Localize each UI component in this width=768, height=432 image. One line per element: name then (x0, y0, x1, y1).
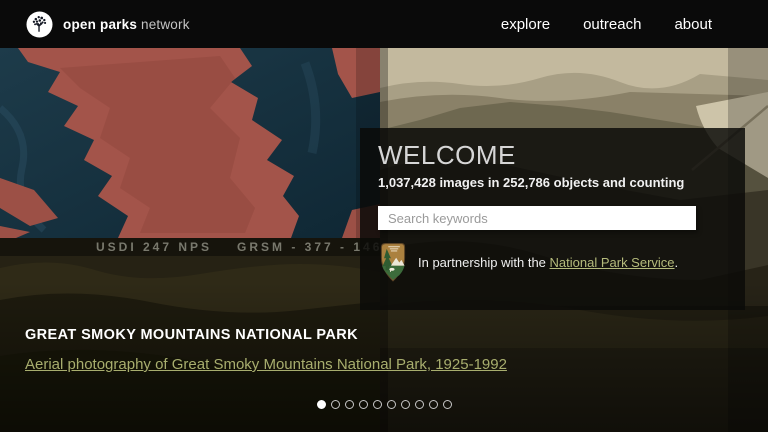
carousel-dot-4[interactable] (359, 400, 368, 409)
featured-collection: GREAT SMOKY MOUNTAINS NATIONAL PARK Aeri… (25, 327, 507, 374)
brand-wordmark: open parks network (63, 17, 190, 32)
carousel-dot-8[interactable] (415, 400, 424, 409)
welcome-title: WELCOME (378, 140, 725, 170)
nps-link[interactable]: National Park Service (550, 255, 675, 270)
top-nav: open parks network explore outreach abou… (0, 0, 768, 48)
nps-arrowhead-logo-icon (378, 242, 408, 283)
partnership-text: In partnership with the National Park Se… (418, 255, 678, 270)
search-input[interactable] (378, 206, 696, 230)
partnership-row: In partnership with the National Park Se… (378, 242, 725, 283)
nav-link-outreach[interactable]: outreach (583, 16, 641, 33)
open-parks-tree-logo-icon (26, 11, 53, 38)
park-title: GREAT SMOKY MOUNTAINS NATIONAL PARK (25, 327, 507, 343)
primary-nav-links: explore outreach about (501, 16, 712, 33)
brand-name-light: network (141, 17, 190, 32)
collection-link[interactable]: Aerial photography of Great Smoky Mounta… (25, 356, 507, 373)
brand-name-bold: open parks (63, 17, 137, 32)
partnership-suffix: . (675, 255, 679, 270)
carousel-dot-6[interactable] (387, 400, 396, 409)
carousel-dot-2[interactable] (331, 400, 340, 409)
carousel-dot-7[interactable] (401, 400, 410, 409)
aerial-photo-illustration (0, 48, 380, 238)
carousel-dot-1[interactable] (317, 400, 326, 409)
partnership-prefix: In partnership with the (418, 255, 550, 270)
carousel-dot-10[interactable] (443, 400, 452, 409)
collection-stats: 1,037,428 images in 252,786 objects and … (378, 175, 725, 190)
aerial-photo-grsm (0, 48, 380, 238)
carousel-dot-9[interactable] (429, 400, 438, 409)
open-parks-homepage: USDI 247 NPS GRSM - 377 - 146 (0, 0, 768, 432)
photo-annotation-strip: USDI 247 NPS GRSM - 377 - 146 (0, 238, 380, 256)
photo-code-usdi: USDI 247 NPS (96, 240, 212, 254)
carousel-dots (0, 400, 768, 409)
brand-home-link[interactable]: open parks network (26, 11, 190, 38)
carousel-dot-3[interactable] (345, 400, 354, 409)
nav-link-explore[interactable]: explore (501, 16, 550, 33)
welcome-panel: WELCOME 1,037,428 images in 252,786 obje… (360, 128, 745, 310)
carousel-dot-5[interactable] (373, 400, 382, 409)
nav-link-about[interactable]: about (674, 16, 712, 33)
